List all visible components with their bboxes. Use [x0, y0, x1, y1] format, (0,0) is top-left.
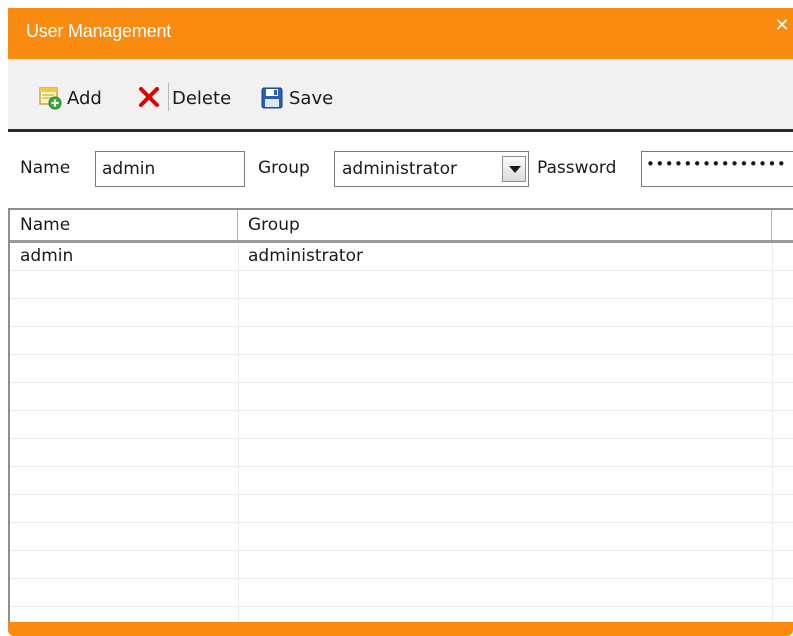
- group-select[interactable]: administrator: [334, 151, 529, 187]
- table-row: [10, 495, 793, 523]
- cell-group[interactable]: administrator: [238, 243, 772, 270]
- column-header-name[interactable]: Name: [10, 210, 238, 240]
- table-body: admin administrator: [10, 243, 793, 622]
- user-form: Name Group administrator Password ••••••…: [8, 132, 793, 208]
- name-label: Name: [20, 158, 71, 178]
- table-row: [10, 607, 793, 622]
- add-button[interactable]: Add: [38, 85, 102, 111]
- table-row: [10, 299, 793, 327]
- toolbar-separator: [168, 83, 169, 111]
- table-row: [10, 355, 793, 383]
- window-title: User Management: [26, 21, 172, 41]
- table-row: [10, 327, 793, 355]
- close-button[interactable]: ✕: [773, 15, 791, 37]
- group-select-value: administrator: [342, 159, 457, 179]
- bottom-border: [8, 622, 793, 636]
- table-row[interactable]: admin administrator: [10, 243, 793, 271]
- users-table: Name Group admin administrator: [8, 208, 793, 622]
- table-row: [10, 523, 793, 551]
- password-label: Password: [537, 158, 617, 178]
- table-row: [10, 383, 793, 411]
- cell-name[interactable]: admin: [10, 243, 238, 270]
- add-user-icon: [38, 86, 62, 110]
- name-input[interactable]: [95, 151, 245, 187]
- toolbar: Add Delete Save: [8, 59, 793, 132]
- user-management-dialog: User Management ✕ Add Delete Save Name a…: [0, 0, 793, 636]
- save-button-label: Save: [289, 87, 334, 109]
- save-button[interactable]: Save: [260, 85, 333, 111]
- delete-x-icon: [138, 86, 160, 110]
- password-input[interactable]: •••••••••••••••: [641, 151, 793, 187]
- table-row: [10, 411, 793, 439]
- title-bar[interactable]: User Management ✕: [8, 8, 793, 59]
- delete-button-label: Delete: [172, 87, 232, 109]
- floppy-disk-icon: [260, 86, 284, 110]
- column-header-group[interactable]: Group: [238, 210, 772, 240]
- group-label: Group: [258, 158, 310, 178]
- table-row: [10, 271, 793, 299]
- password-mask: •••••••••••••••: [646, 155, 787, 173]
- table-row: [10, 439, 793, 467]
- table-row: [10, 467, 793, 495]
- table-header: Name Group: [10, 210, 793, 243]
- add-button-label: Add: [67, 87, 102, 109]
- table-row: [10, 551, 793, 579]
- delete-button[interactable]: Delete: [138, 85, 231, 111]
- chevron-down-icon[interactable]: [502, 156, 526, 182]
- table-row: [10, 579, 793, 607]
